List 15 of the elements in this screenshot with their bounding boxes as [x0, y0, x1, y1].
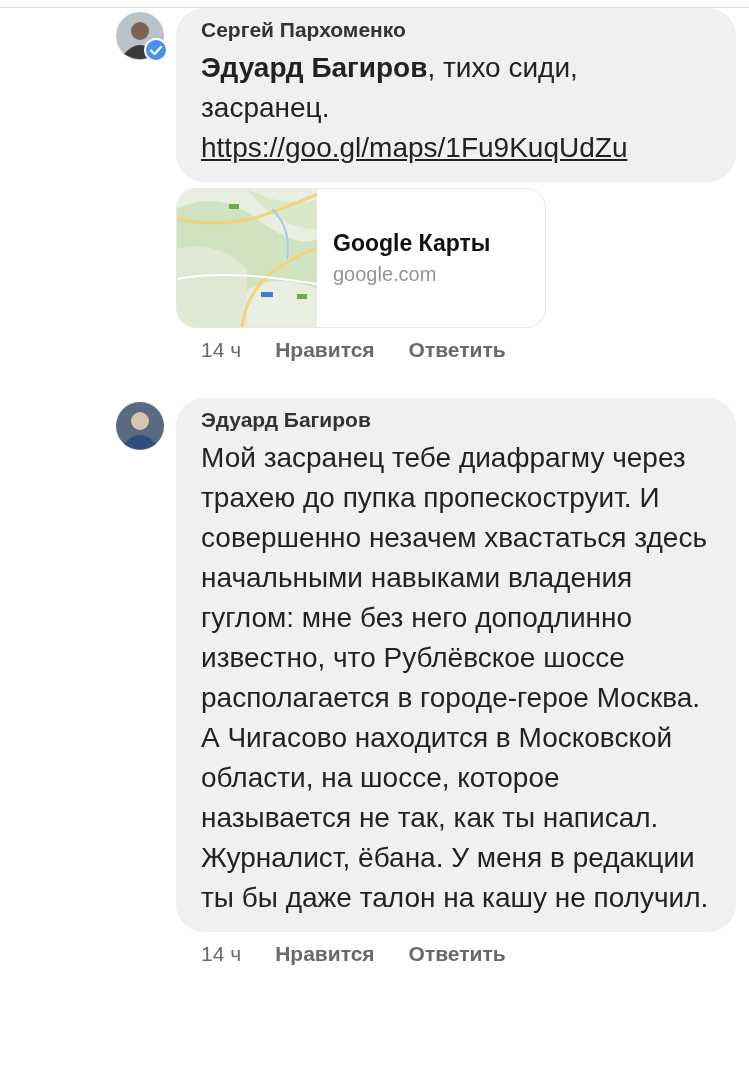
comment-text: Мой засранец тебе диафрагму через трахею до пупка пропескоструит. И совершенно незачем хвастаться здесь начальными навыками владения гуглом: мне без него доподлинно известно, что Рублёвское шоссе располагается в городе-герое Москва. А Чигасово находится в Московской области, на шоссе, которое называется не так, как ты написал. Журналист, ёбана. У меня в редакции ты бы даже талон на кашу не получил. [201, 441, 710, 915]
author-name[interactable]: Эдуард Багиров [201, 408, 712, 432]
reply-link[interactable]: Ответить [408, 338, 506, 362]
timestamp: 14 ч [201, 942, 242, 966]
like-link[interactable]: Нравится [275, 942, 375, 966]
author-name[interactable]: Сергей Пархоменко [201, 18, 712, 42]
avatar-icon[interactable] [116, 402, 164, 450]
timestamp: 14 ч [201, 338, 242, 362]
like-link[interactable]: Нравится [275, 338, 375, 362]
preview-title: Google Карты [333, 230, 491, 257]
link-preview-card[interactable]: Google Карты google.com [176, 188, 546, 328]
preview-domain: google.com [333, 263, 438, 286]
reply-link[interactable]: Ответить [408, 942, 506, 966]
comment-text: Эдуард Багиров, тихо сиди, засранец. [201, 51, 579, 125]
link[interactable]: https://goo.gl/maps/1Fu9KuqUdZu [201, 128, 712, 168]
